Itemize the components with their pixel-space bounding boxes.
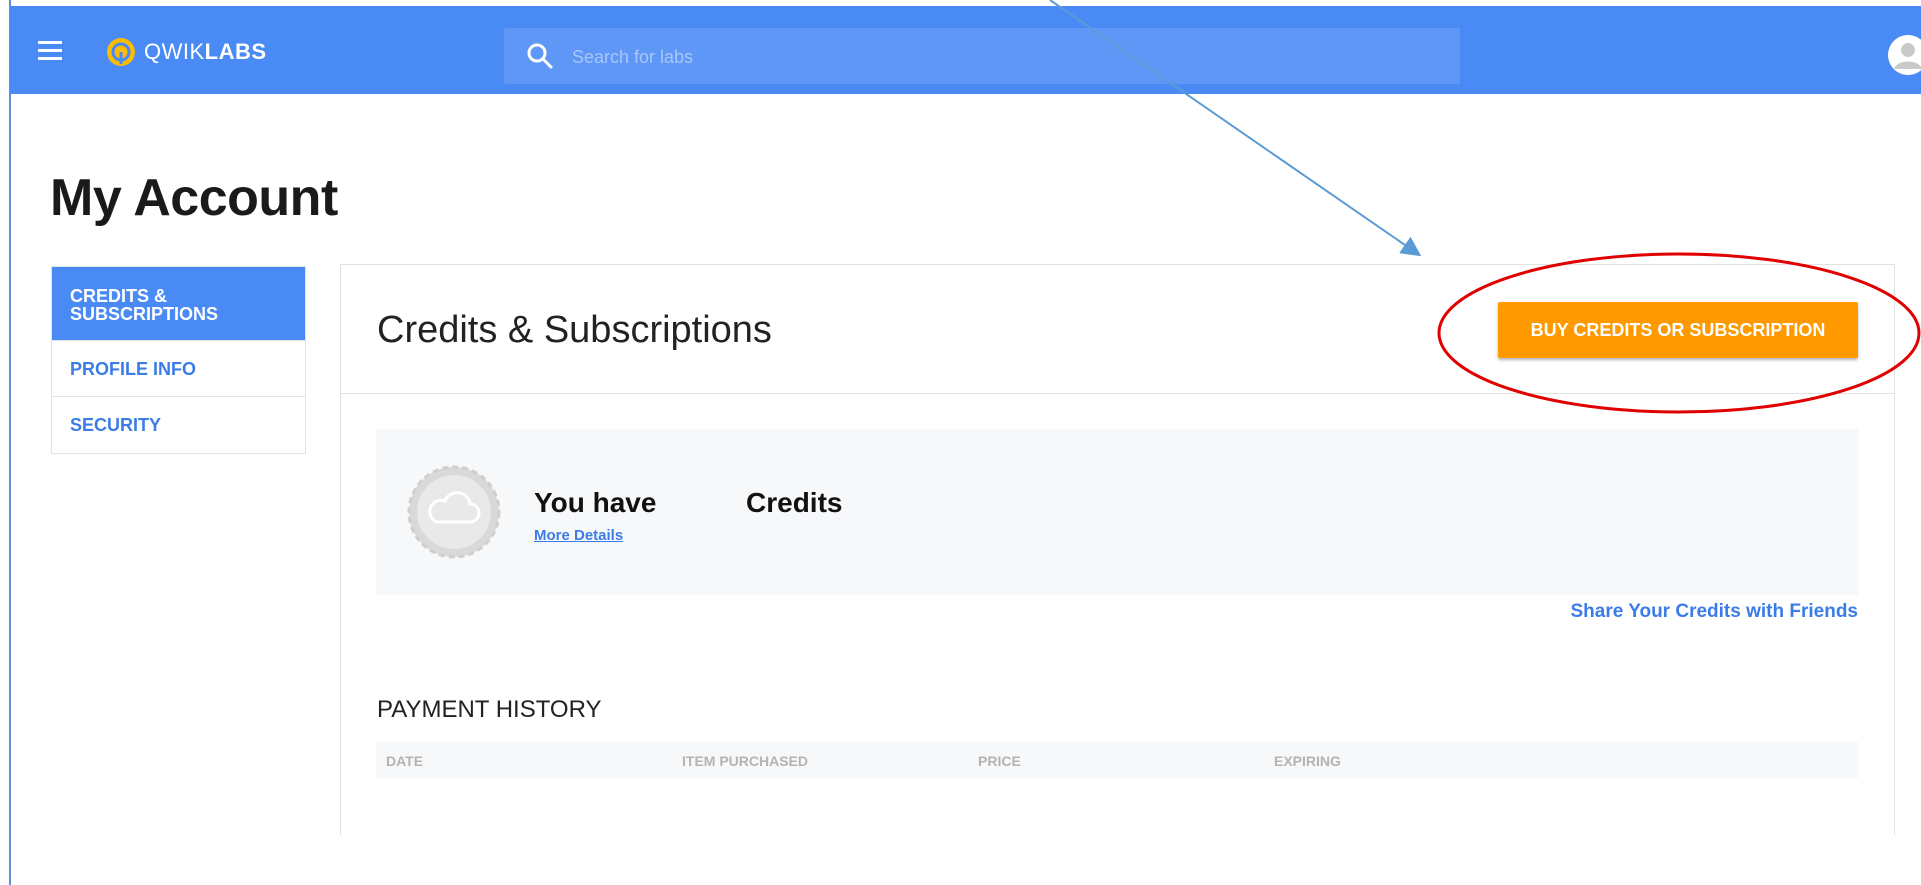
user-avatar-icon[interactable] xyxy=(1888,35,1921,75)
sidebar-item-label: CREDITS & xyxy=(70,286,168,306)
qwiklabs-logo-icon xyxy=(107,38,135,66)
sidebar-item-security[interactable]: SECURITY xyxy=(52,397,305,453)
buy-credits-button[interactable]: BUY CREDITS OR SUBSCRIPTION xyxy=(1498,302,1858,358)
logo-text: QWIKLABS xyxy=(144,39,267,64)
credits-summary-panel: You have Credits More Details xyxy=(376,429,1858,595)
card-header: Credits & Subscriptions BUY CREDITS OR S… xyxy=(341,265,1894,394)
search-icon xyxy=(527,43,553,69)
payment-history-title: PAYMENT HISTORY xyxy=(377,696,602,723)
column-header-expiring: EXPIRING xyxy=(1274,753,1341,769)
top-app-bar: QWIKLABS xyxy=(10,6,1921,94)
more-details-link[interactable]: More Details xyxy=(534,527,623,544)
sidebar-item-credits-subscriptions[interactable]: CREDITS & SUBSCRIPTIONS xyxy=(52,267,305,341)
share-credits-link[interactable]: Share Your Credits with Friends xyxy=(1570,601,1858,623)
section-title: Credits & Subscriptions xyxy=(377,309,772,351)
credits-label: Credits xyxy=(746,487,843,518)
column-header-item-purchased: ITEM PURCHASED xyxy=(682,753,809,769)
account-side-nav: CREDITS & SUBSCRIPTIONS PROFILE INFO SEC… xyxy=(51,266,306,454)
payment-history-table-header: DATE ITEM PURCHASED PRICE EXPIRING xyxy=(376,742,1858,778)
window-left-border xyxy=(9,0,11,885)
column-header-price: PRICE xyxy=(978,753,1021,769)
page: QWIKLABS My Account CREDITS & SUBSCRIPTI… xyxy=(0,0,1921,885)
qwiklabs-logo[interactable]: QWIKLABS xyxy=(106,36,267,68)
credits-cloud-icon xyxy=(407,465,501,559)
credits-subscriptions-card: Credits & Subscriptions BUY CREDITS OR S… xyxy=(340,264,1895,835)
sidebar-item-label: SUBSCRIPTIONS xyxy=(70,304,219,324)
page-title: My Account xyxy=(50,169,338,227)
search-bar[interactable] xyxy=(504,28,1460,86)
hamburger-menu-icon[interactable] xyxy=(38,41,62,61)
credits-you-have-text: You have xyxy=(534,487,657,518)
column-header-date: DATE xyxy=(386,753,424,769)
search-input[interactable] xyxy=(570,28,1434,86)
sidebar-item-profile-info[interactable]: PROFILE INFO xyxy=(52,341,305,397)
